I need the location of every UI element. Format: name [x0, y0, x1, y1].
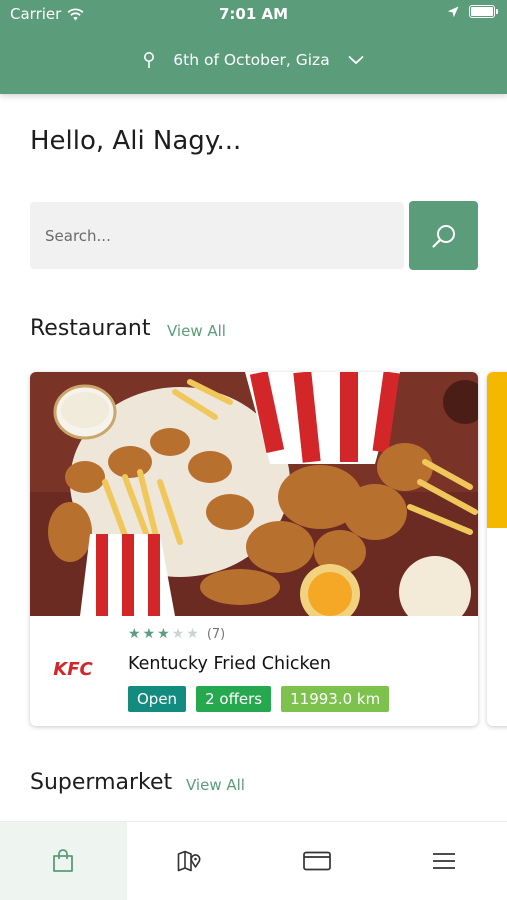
restaurant-cover-image	[30, 372, 478, 616]
search-input[interactable]	[30, 202, 404, 269]
star-icon: ★	[128, 626, 141, 642]
pin-icon	[144, 51, 155, 68]
search-icon	[431, 224, 455, 248]
battery-icon	[469, 5, 498, 18]
shopping-bag-icon	[53, 849, 74, 872]
supermarket-view-all-link[interactable]: View All	[186, 776, 245, 794]
location-selector[interactable]: 6th of October, Giza	[0, 44, 507, 76]
bottom-navigation	[0, 821, 507, 900]
star-empty-icon: ★	[171, 626, 185, 642]
star-icon: ★	[157, 626, 170, 642]
star-icon: ★	[142, 626, 156, 642]
kfc-logo: KFC	[53, 659, 93, 680]
nav-shop[interactable]	[0, 822, 127, 900]
nav-menu[interactable]	[380, 822, 507, 900]
restaurant-badges: Open 2 offers 11993.0 km	[128, 686, 390, 712]
restaurant-card-next[interactable]	[487, 372, 507, 726]
restaurant-name: Kentucky Fried Chicken	[128, 654, 331, 674]
offers-badge: 2 offers	[196, 686, 272, 712]
status-badge: Open	[128, 686, 187, 712]
location-arrow-icon	[447, 6, 459, 17]
restaurant-card[interactable]: KFC ★ ★ ★ ★ ★ (7) Kentucky Fried Chicken…	[30, 372, 478, 726]
chevron-down-icon	[348, 55, 364, 65]
distance-badge: 11993.0 km	[281, 686, 390, 712]
rating-stars: ★ ★ ★ ★ ★ (7)	[128, 626, 225, 642]
restaurant-view-all-link[interactable]: View All	[167, 322, 226, 340]
map-pin-icon	[177, 850, 201, 872]
review-count: (7)	[206, 626, 226, 642]
card-icon	[303, 851, 331, 871]
supermarket-section-title: Supermarket	[30, 770, 173, 795]
status-icons	[447, 5, 498, 18]
restaurant-cover-image	[487, 372, 507, 528]
status-bar: Carrier 7:01 AM	[0, 0, 507, 28]
svg-text:KFC: KFC	[53, 659, 93, 680]
star-empty-icon: ★	[186, 626, 199, 642]
nav-map[interactable]	[127, 822, 254, 900]
search-button[interactable]	[409, 201, 478, 270]
location-label: 6th of October, Giza	[173, 51, 330, 69]
app-header: Carrier 7:01 AM 6th of October, Giza	[0, 0, 507, 94]
nav-payments[interactable]	[254, 822, 381, 900]
clock: 7:01 AM	[218, 5, 289, 23]
greeting-text: Hello, Ali Nagy...	[30, 126, 242, 156]
menu-icon	[432, 853, 455, 869]
restaurant-section-title: Restaurant	[30, 316, 151, 341]
search-field[interactable]	[30, 202, 404, 269]
